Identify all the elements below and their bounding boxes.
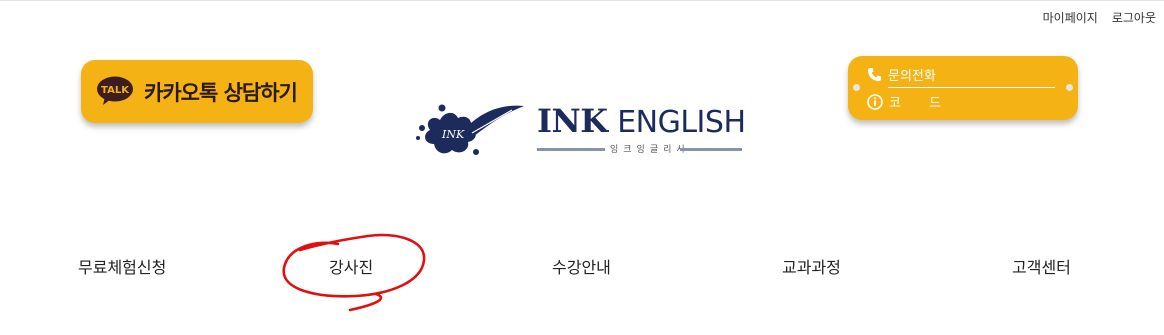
phone-inquiry-row[interactable]: 문의전화 bbox=[867, 65, 936, 84]
phone-icon bbox=[867, 67, 882, 82]
logo-title: INK ENGLISH bbox=[537, 102, 746, 140]
contact-divider bbox=[888, 87, 1055, 88]
panel-rivet-left bbox=[853, 84, 860, 91]
nav-instructors[interactable]: 강사진 bbox=[329, 254, 373, 278]
code-row[interactable]: 코 드 bbox=[867, 92, 953, 111]
contact-info-panel: 문의전화 코 드 bbox=[848, 56, 1078, 120]
panel-rivet-right bbox=[1066, 84, 1073, 91]
talk-badge-text: TALK bbox=[101, 85, 130, 96]
top-border bbox=[0, 0, 1164, 1]
logo-underline-left bbox=[537, 148, 605, 151]
logo-subtitle: 잉크잉글리시 bbox=[610, 145, 690, 155]
code-label: 코 드 bbox=[889, 96, 954, 111]
kakao-talk-icon: TALK bbox=[97, 76, 133, 105]
nav-free-trial[interactable]: 무료체험신청 bbox=[78, 254, 166, 278]
mypage-link[interactable]: 마이페이지 bbox=[1043, 9, 1098, 26]
info-icon bbox=[867, 93, 883, 110]
logout-link[interactable]: 로그아웃 bbox=[1112, 9, 1156, 26]
ink-splash-quill-icon: INK bbox=[416, 104, 524, 155]
kakao-consult-label: 카카오톡 상담하기 bbox=[144, 81, 298, 105]
logo-mark-text: INK bbox=[441, 128, 465, 141]
ink-english-logo[interactable]: INK INK ENGLISH 잉크잉글리시 bbox=[412, 100, 748, 160]
logo-title-light: ENGLISH bbox=[617, 105, 746, 140]
phone-inquiry-label: 문의전화 bbox=[888, 69, 936, 84]
logo-underline-right bbox=[680, 148, 742, 151]
kakao-consult-button[interactable]: TALK 카카오톡 상담하기 bbox=[81, 60, 313, 123]
nav-customer-center[interactable]: 고객센터 bbox=[1012, 254, 1071, 278]
utility-links: 마이페이지 로그아웃 bbox=[1043, 9, 1156, 26]
nav-course-guide[interactable]: 수강안내 bbox=[552, 254, 611, 278]
logo-title-bold: INK bbox=[537, 102, 608, 140]
nav-curriculum[interactable]: 교과과정 bbox=[782, 254, 841, 278]
main-nav: 무료체험신청 강사진 수강안내 교과과정 고객센터 bbox=[0, 250, 1164, 280]
